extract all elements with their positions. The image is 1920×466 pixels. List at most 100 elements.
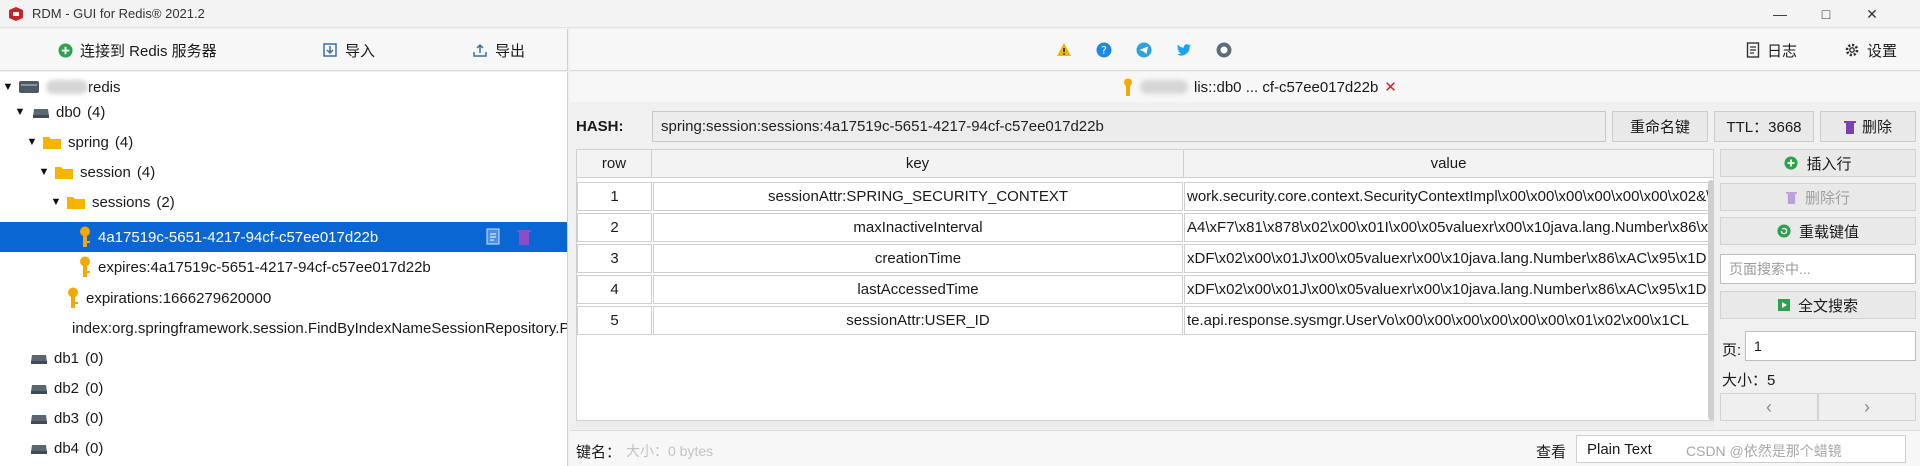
import-label: 导入 [345,42,376,60]
tab-close-icon[interactable]: ✕ [1384,78,1397,96]
settings-button[interactable]: 设置 [1844,37,1897,63]
view-format-value: Plain Text [1587,440,1652,458]
node-label: db4 [54,439,80,457]
fulltext-search-button[interactable]: 全文搜索 [1720,291,1916,319]
key-icon [1124,78,1132,96]
twitter-icon[interactable] [1176,42,1192,58]
table-cell-value[interactable]: A4\xF7\x81\x878\x02\x00\x01I\x00\x05valu… [1184,213,1713,242]
delete-row-label: 删除行 [1804,189,1850,207]
expand-arrow-icon[interactable]: ▼ [50,196,62,208]
node-label: db1 [54,349,80,367]
add-circle-icon [1784,156,1799,170]
folder-icon [55,167,73,179]
next-page-button[interactable]: › [1818,393,1916,421]
import-button[interactable]: 导入 [322,37,375,63]
tree-db2[interactable]: db2 (0) [0,373,567,403]
tree-folder-spring[interactable]: ▼ spring (4) [0,127,567,157]
key-name-field[interactable]: spring:session:sessions:4a17519c-5651-42… [652,111,1606,142]
github-icon[interactable] [1216,42,1232,58]
delete-row-button[interactable]: 删除行 [1720,183,1916,211]
expand-arrow-icon[interactable]: ▼ [26,136,38,148]
log-button[interactable]: 日志 [1746,37,1797,63]
node-label: spring [68,133,109,151]
window-title: RDM - GUI for Redis® 2021.2 [32,6,205,21]
copy-key-icon[interactable] [485,228,503,246]
connect-button[interactable]: 连接到 Redis 服务器 [58,37,217,63]
node-label: db0 [56,103,82,121]
rename-key-button[interactable]: 重命名键 [1612,111,1708,142]
insert-row-button[interactable]: 插入行 [1720,149,1916,177]
connect-label: 连接到 Redis 服务器 [80,42,217,60]
tree-folder-session[interactable]: ▼ session (4) [0,157,567,187]
table-cell-key[interactable]: creationTime [653,244,1183,273]
minimize-icon[interactable]: — [1757,0,1803,28]
insert-row-label: 插入行 [1806,155,1852,173]
table-cell-value[interactable]: work.security.core.context.SecurityConte… [1184,182,1713,211]
expand-arrow-icon[interactable]: ▼ [38,166,50,178]
table-horizontal-scrollbar[interactable] [576,421,1714,427]
table-cell-key[interactable]: sessionAttr:USER_ID [653,306,1183,335]
table-cell-key[interactable]: sessionAttr:SPRING_SECURITY_CONTEXT [653,182,1183,211]
expand-arrow-icon[interactable]: ▼ [2,81,14,93]
delete-key-button[interactable]: 删除 [1820,111,1916,142]
help-icon[interactable]: ? [1096,42,1112,58]
tree-db4[interactable]: db4 (0) [0,433,567,463]
table-vertical-scrollbar[interactable] [1708,180,1714,420]
tree-key-expires[interactable]: expires:4a17519c-5651-4217-94cf-c57ee017… [0,252,567,282]
svg-text:?: ? [1101,44,1107,57]
reload-icon [1777,224,1791,238]
table-cell-value[interactable]: xDF\x02\x00\x01J\x00\x05valuexr\x00\x10j… [1184,244,1713,273]
delete-key-icon[interactable] [515,228,533,246]
node-count: (4) [136,163,156,181]
log-label: 日志 [1767,42,1798,60]
tree-db1[interactable]: db1 (0) [0,343,567,373]
title-bar: RDM - GUI for Redis® 2021.2 [0,0,1920,28]
database-icon [31,385,47,394]
close-icon[interactable]: ✕ [1849,0,1895,28]
page-search-input[interactable]: 页面搜索中... [1720,254,1916,284]
telegram-icon[interactable] [1136,42,1152,58]
trash-icon [1843,120,1856,134]
key-field-label: 键名： [576,444,622,461]
column-header-row[interactable]: row [577,150,652,178]
key-type-label: HASH: [576,118,624,135]
ttl-button[interactable]: TTL：3668 [1714,111,1814,142]
prev-page-button[interactable]: ‹ [1720,393,1818,421]
tree-key-expirations[interactable]: expirations:1666279620000 [0,283,567,313]
database-icon [31,355,47,364]
tree-key-selected[interactable]: 4a17519c-5651-4217-94cf-c57ee017d22b [0,222,567,252]
key-tab[interactable]: lis::db0 ... cf-c57ee017d22b ✕ [1122,76,1397,98]
tree-db0[interactable]: ▼ db0 (4) [0,97,567,127]
table-cell-value[interactable]: te.api.response.sysmgr.UserVo\x00\x00\x0… [1184,306,1713,335]
table-cell-key[interactable]: maxInactiveInterval [653,213,1183,242]
table-cell-row[interactable]: 2 [577,213,652,242]
table-cell-row[interactable]: 5 [577,306,652,335]
warning-icon[interactable] [1056,42,1072,58]
export-button[interactable]: 导出 [472,37,525,63]
tree-db3[interactable]: db3 (0) [0,403,567,433]
import-icon [323,43,337,57]
left-toolbar: 连接到 Redis 服务器 导入 导出 [0,29,568,71]
table-cell-row[interactable]: 1 [577,182,652,211]
table-cell-value[interactable]: xDF\x02\x00\x01J\x00\x05valuexr\x00\x10j… [1184,275,1713,304]
tree-folder-sessions[interactable]: ▼ sessions (2) [0,187,567,217]
reload-button[interactable]: 重载键值 [1720,217,1916,245]
folder-icon [43,137,61,149]
folder-icon [67,197,85,209]
settings-label: 设置 [1867,42,1898,60]
trash-icon [1785,191,1797,204]
maximize-icon[interactable]: □ [1803,0,1849,28]
column-header-value[interactable]: value [1184,150,1713,178]
log-icon [1746,42,1760,58]
database-icon [31,445,47,454]
tree-key-index[interactable]: index:org.springframework.session.FindBy… [0,313,568,343]
table-cell-key[interactable]: lastAccessedTime [653,275,1183,304]
node-label: index:org.springframework.session.FindBy… [72,319,568,337]
value-size-hint: 大小：0 bytes [626,443,714,459]
key-icon [68,287,78,308]
page-number-input[interactable]: 1 [1745,331,1916,361]
table-cell-row[interactable]: 3 [577,244,652,273]
expand-arrow-icon[interactable]: ▼ [14,106,26,118]
column-header-key[interactable]: key [652,150,1184,178]
table-cell-row[interactable]: 4 [577,275,652,304]
